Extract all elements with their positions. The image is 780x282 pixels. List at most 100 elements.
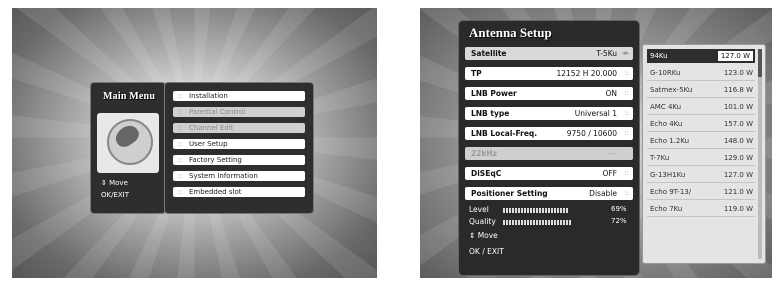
- satellite-position: 129.0 W: [723, 154, 753, 162]
- satellite-position: 157.0 W: [723, 120, 753, 128]
- row-satellite[interactable]: Satellite T-5Ku ◂▸: [465, 47, 633, 60]
- row-value: ON: [605, 89, 617, 98]
- satellite-position: 101.0 W: [723, 103, 753, 111]
- satellite-name: G-10RKu: [650, 69, 681, 77]
- selector-arrow-icon: ::: [624, 69, 629, 77]
- satellite-list-panel: 94Ku 127.0 W G-10RKu 123.0 W Satmex-5Ku …: [642, 44, 766, 264]
- row-label: LNB Local-Freq.: [471, 129, 538, 138]
- satellite-name: Echo 9T-13/: [650, 188, 692, 196]
- row-diseqc[interactable]: DiSEqC OFF ::: [465, 167, 633, 180]
- menu-item-installation[interactable]: :: Installation: [173, 91, 305, 101]
- satellite-name: Satmex-5Ku: [650, 86, 693, 94]
- antenna-setup-panel: Antenna Setup Satellite T-5Ku ◂▸ TP 1215…: [458, 20, 640, 276]
- antenna-setup-screen: Antenna Setup Satellite T-5Ku ◂▸ TP 1215…: [420, 8, 772, 278]
- quality-meter: [503, 220, 572, 225]
- row-value: ---: [608, 149, 617, 158]
- satellite-list-item[interactable]: G-13H1Ku 127.0 W: [647, 168, 755, 183]
- menu-item-label: Installation: [189, 92, 228, 100]
- row-value: Universal 1: [574, 109, 617, 118]
- menu-item-channel-edit[interactable]: :: Channel Edit: [173, 123, 305, 133]
- menu-item-label: Channel Edit: [189, 124, 234, 132]
- move-hint-label: Move: [477, 231, 498, 240]
- satellite-list-item[interactable]: Echo 9T-13/ 121.0 W: [647, 185, 755, 200]
- satellite-position: 123.0 W: [723, 69, 753, 77]
- selector-arrow-icon: ::: [624, 169, 629, 177]
- level-percent: 69%: [611, 205, 627, 213]
- satellite-list-item[interactable]: Echo 1.2Ku 148.0 W: [647, 134, 755, 149]
- satellite-position: 121.0 W: [723, 188, 753, 196]
- updown-arrow-icon: ⇕: [101, 179, 107, 187]
- move-hint: ⇕ Move: [469, 231, 498, 240]
- scrollbar-thumb[interactable]: [758, 49, 762, 77]
- satellite-list-item[interactable]: Satmex-5Ku 116.8 W: [647, 83, 755, 98]
- row-22khz[interactable]: 22kHz ---: [465, 147, 633, 160]
- bullet-icon: ::: [178, 156, 183, 164]
- menu-item-embedded-slot[interactable]: :: Embedded slot: [173, 187, 305, 197]
- selector-arrow-icon: ::: [624, 109, 629, 117]
- satellite-position: 127.0 W: [717, 51, 753, 61]
- menu-item-label: System Information: [189, 172, 258, 180]
- bullet-icon: ::: [178, 188, 183, 196]
- satellite-position: 148.0 W: [723, 137, 753, 145]
- bullet-icon: ::: [178, 108, 183, 116]
- row-label: Positioner Setting: [471, 189, 548, 198]
- menu-item-label: Factory Setting: [189, 156, 242, 164]
- menu-item-factory-setting[interactable]: :: Factory Setting: [173, 155, 305, 165]
- menu-item-user-setup[interactable]: :: User Setup: [173, 139, 305, 149]
- bullet-icon: ::: [178, 140, 183, 148]
- satellite-list-item[interactable]: G-10RKu 123.0 W: [647, 66, 755, 81]
- satellite-position: 127.0 W: [723, 171, 753, 179]
- row-label: DiSEqC: [471, 169, 502, 178]
- row-tp[interactable]: TP 12152 H 20.000 ::: [465, 67, 633, 80]
- menu-item-system-information[interactable]: :: System Information: [173, 171, 305, 181]
- row-lnb-local-freq[interactable]: LNB Local-Freq. 9750 / 10600 ::: [465, 127, 633, 140]
- row-value: 9750 / 10600: [566, 129, 617, 138]
- move-hint: ⇕ Move: [101, 179, 128, 187]
- quality-label: Quality: [469, 217, 496, 226]
- row-label: TP: [471, 69, 482, 78]
- satellite-list-item[interactable]: 94Ku 127.0 W: [647, 49, 755, 63]
- level-meter: [503, 208, 569, 213]
- main-menu-list: :: Installation :: Parental Control :: C…: [164, 82, 314, 214]
- selector-arrow-icon: ::: [624, 129, 629, 137]
- row-value: 12152 H 20.000: [556, 69, 617, 78]
- antenna-setup-title: Antenna Setup: [469, 25, 552, 40]
- selector-arrow-icon: ◂▸: [621, 49, 629, 57]
- row-lnb-type[interactable]: LNB type Universal 1 ::: [465, 107, 633, 120]
- move-hint-label: Move: [109, 179, 128, 187]
- satellite-list-scrollbar[interactable]: [758, 49, 762, 259]
- updown-arrow-icon: ⇕: [469, 231, 476, 240]
- satellite-list-item[interactable]: Echo 7Ku 119.0 W: [647, 202, 755, 217]
- main-menu-title: Main Menu: [103, 91, 156, 102]
- row-positioner-setting[interactable]: Positioner Setting Disable ::: [465, 187, 633, 200]
- row-label: LNB type: [471, 109, 510, 118]
- satellite-name: AMC 4Ku: [650, 103, 682, 111]
- satellite-list-item[interactable]: T-7Ku 129.0 W: [647, 151, 755, 166]
- satellite-name: T-7Ku: [650, 154, 670, 162]
- satellite-list-item[interactable]: Echo 4Ku 157.0 W: [647, 117, 755, 132]
- satellite-position: 116.8 W: [723, 86, 753, 94]
- satellite-list-item[interactable]: AMC 4Ku 101.0 W: [647, 100, 755, 115]
- main-menu-screen: Main Menu ⇕ Move OK/EXIT :: Installation…: [12, 8, 377, 278]
- satellite-name: G-13H1Ku: [650, 171, 686, 179]
- menu-item-label: Parental Control: [189, 108, 246, 116]
- satellite-dish-icon: [97, 113, 159, 173]
- row-label: Satellite: [471, 49, 507, 58]
- row-label: LNB Power: [471, 89, 517, 98]
- menu-item-label: User Setup: [189, 140, 228, 148]
- menu-item-label: Embedded slot: [189, 188, 242, 196]
- menu-item-parental-control[interactable]: :: Parental Control: [173, 107, 305, 117]
- row-lnb-power[interactable]: LNB Power ON ::: [465, 87, 633, 100]
- satellite-name: Echo 7Ku: [650, 205, 683, 213]
- level-label: Level: [469, 205, 489, 214]
- satellite-name: 94Ku: [650, 52, 668, 60]
- row-value: OFF: [602, 169, 617, 178]
- bullet-icon: ::: [178, 92, 183, 100]
- satellite-name: Echo 4Ku: [650, 120, 683, 128]
- row-label: 22kHz: [471, 149, 498, 158]
- ok-exit-hint: OK / EXIT: [469, 247, 504, 256]
- main-menu-side-panel: Main Menu ⇕ Move OK/EXIT: [90, 82, 166, 214]
- satellite-name: Echo 1.2Ku: [650, 137, 690, 145]
- quality-percent: 72%: [611, 217, 627, 225]
- row-value: Disable: [589, 189, 617, 198]
